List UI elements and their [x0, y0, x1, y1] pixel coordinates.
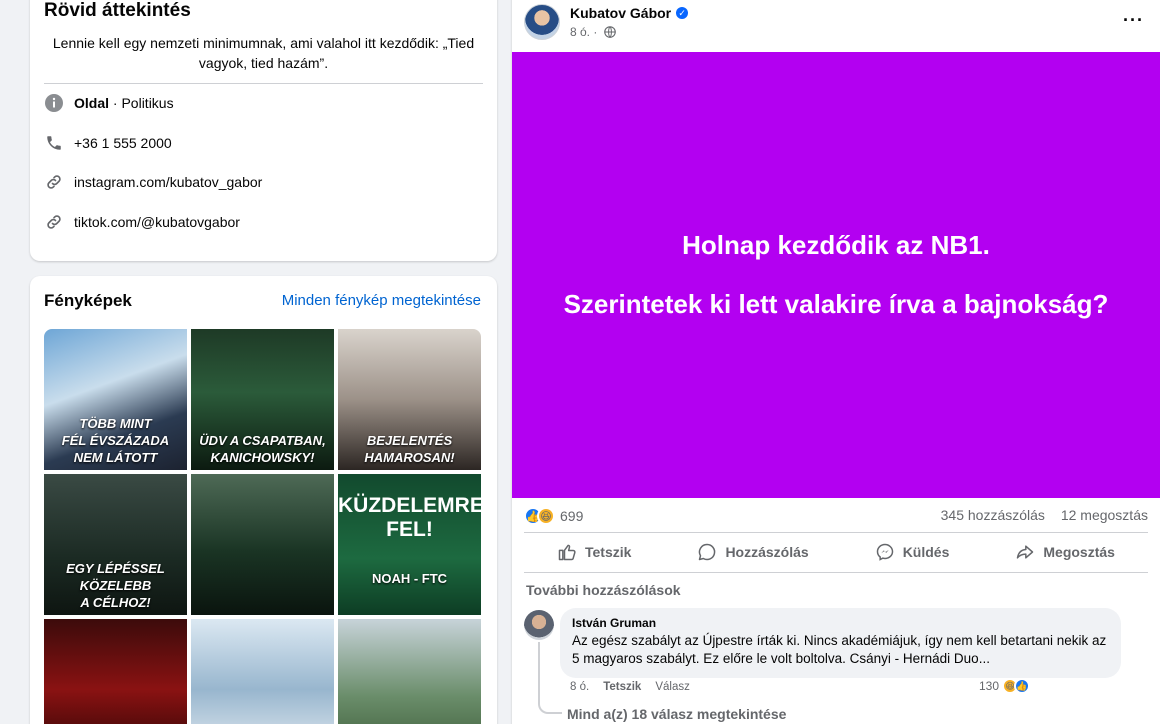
reply-thread-line — [538, 642, 562, 714]
share-icon — [1015, 542, 1035, 562]
post-stats: 👍 😆 699 345 hozzászólás 12 megosztás — [524, 507, 1148, 527]
comment-author[interactable]: István Gruman — [572, 616, 1109, 630]
comment-time[interactable]: 8 ó. — [570, 681, 589, 693]
banner-line-1: Holnap kezdődik az NB1. — [682, 230, 990, 260]
engagement-counts: 345 hozzászólás 12 megosztás — [929, 507, 1148, 523]
intro-bio: Lennie kell egy nemzeti minimumnak, ami … — [52, 35, 475, 71]
comments-count[interactable]: 345 hozzászólás — [941, 507, 1045, 523]
tiktok-link[interactable]: tiktok.com/@kubatovgabor — [74, 214, 240, 230]
more-options-icon[interactable]: ··· — [1123, 10, 1144, 31]
intro-divider — [44, 83, 483, 84]
photos-card: Fényképek Minden fénykép megtekintése TÖ… — [30, 276, 497, 724]
reaction-count: 699 — [560, 508, 584, 524]
verified-badge-icon: ✓ — [676, 7, 689, 19]
globe-icon — [603, 26, 616, 41]
photo-tile[interactable]: KÜZDELEMRE FEL! NOAH - FTC — [338, 474, 481, 615]
post-time-row: 8 ó. · — [570, 25, 616, 41]
like-button[interactable]: Tetszik — [557, 540, 631, 564]
photo-tile[interactable] — [191, 619, 334, 724]
comment-label: Hozzászólás — [725, 544, 809, 560]
share-label: Megosztás — [1043, 544, 1115, 560]
phone-number: +36 1 555 2000 — [74, 135, 172, 151]
photo-headline: KÜZDELEMRE FEL! — [338, 494, 481, 541]
post-author[interactable]: Kubatov Gábor — [570, 5, 671, 21]
photo-tile[interactable] — [191, 474, 334, 615]
see-all-photos-link[interactable]: Minden fénykép megtekintése — [282, 292, 481, 309]
intro-card: Rövid áttekintés Lennie kell egy nemzeti… — [30, 0, 497, 261]
comment-reactions[interactable]: 130 😆 👍 — [979, 678, 1031, 694]
photo-tile[interactable]: BEJELENTÉS HAMAROSAN! — [338, 329, 481, 470]
photo-caption: ÜDV A CSAPATBAN, KANICHOWSKY! — [199, 433, 326, 465]
send-label: Küldés — [902, 544, 950, 560]
photo-tile[interactable] — [338, 619, 481, 724]
author-avatar[interactable] — [524, 4, 560, 40]
shares-count[interactable]: 12 megosztás — [1061, 507, 1148, 523]
reaction-summary[interactable]: 👍 😆 699 — [524, 507, 583, 525]
thumbs-up-icon — [557, 542, 577, 562]
info-category: Oldal · Politikus — [44, 93, 174, 113]
send-button[interactable]: Küldés — [875, 540, 950, 564]
actions-divider — [524, 572, 1148, 573]
photo-caption: TÖBB MINT FÉL ÉVSZÁZADA NEM LÁTOTT — [61, 416, 170, 465]
instagram-link[interactable]: instagram.com/kubatov_gabor — [74, 174, 262, 190]
stats-divider — [524, 532, 1148, 533]
comment-text: Az egész szabályt az Újpestre írták ki. … — [572, 633, 1107, 666]
phone-icon — [44, 133, 64, 153]
post-banner[interactable]: Holnap kezdődik az NB1. Szerintetek ki l… — [512, 52, 1160, 498]
view-replies-link[interactable]: Mind a(z) 18 válasz megtekintése — [567, 706, 786, 722]
comment-meta: 8 ó. Tetszik Válasz — [570, 681, 704, 693]
info-tiktok[interactable]: tiktok.com/@kubatovgabor — [44, 212, 240, 232]
like-reaction-icon: 👍 — [1014, 678, 1031, 694]
comment-bubble: István Gruman Az egész szabályt az Újpes… — [560, 608, 1121, 678]
info-phone: +36 1 555 2000 — [44, 133, 172, 153]
info-icon — [44, 93, 64, 113]
photo-caption: BEJELENTÉS HAMAROSAN! — [364, 433, 455, 465]
photo-tile[interactable]: TÖBB MINT FÉL ÉVSZÁZADA NEM LÁTOTT — [44, 329, 187, 470]
comment-button[interactable]: Hozzászólás — [697, 540, 809, 564]
share-button[interactable]: Megosztás — [1015, 540, 1115, 564]
haha-reaction-icon: 😆 — [537, 507, 555, 525]
comment-reply-button[interactable]: Válasz — [655, 681, 690, 693]
link-icon — [44, 172, 64, 192]
post-card: Kubatov Gábor ✓ 8 ó. · ··· Holnap kezdőd… — [512, 0, 1160, 724]
photo-caption: NOAH - FTC — [371, 571, 448, 586]
commenter-avatar[interactable] — [524, 610, 554, 640]
post-author-row: Kubatov Gábor ✓ — [570, 5, 689, 21]
comment-reaction-count: 130 — [979, 679, 1000, 693]
photo-caption: EGY LÉPÉSSEL KÖZELEBB A CÉLHOZ! — [66, 561, 165, 610]
messenger-icon — [875, 542, 895, 562]
more-comments-link[interactable]: További hozzászólások — [526, 582, 681, 598]
photo-tile[interactable]: EGY LÉPÉSSEL KÖZELEBB A CÉLHOZ! — [44, 474, 187, 615]
like-label: Tetszik — [585, 544, 632, 560]
banner-line-2: Szerintetek ki lett valakire írva a bajn… — [563, 289, 1109, 319]
photo-tile[interactable]: ÜDV A CSAPATBAN, KANICHOWSKY! — [191, 329, 334, 470]
link-icon — [44, 212, 64, 232]
photo-tile[interactable] — [44, 619, 187, 724]
photo-grid: TÖBB MINT FÉL ÉVSZÁZADA NEM LÁTOTT ÜDV A… — [44, 329, 482, 724]
info-instagram[interactable]: instagram.com/kubatov_gabor — [44, 172, 262, 192]
photos-title: Fényképek — [44, 291, 132, 310]
intro-title: Rövid áttekintés — [44, 0, 191, 21]
post-time[interactable]: 8 ó. · — [570, 25, 597, 39]
comment-icon — [697, 542, 717, 562]
comment-like-button[interactable]: Tetszik — [603, 681, 641, 693]
category-label: Oldal — [74, 95, 110, 111]
category-value: · Politikus — [109, 95, 174, 111]
post-actions: Tetszik Hozzászólás Küldés Megosztás — [524, 540, 1148, 564]
